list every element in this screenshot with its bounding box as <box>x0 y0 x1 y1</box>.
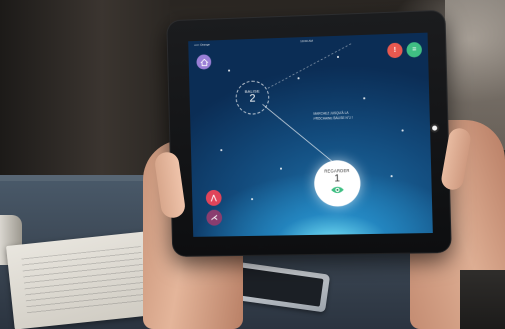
papers-on-table <box>6 230 164 329</box>
eye-icon <box>331 186 344 194</box>
look-number: 1 <box>334 173 341 185</box>
tablet: ••••• Orange 10:00 AM ! ≡ ⋀ ⋌ BALISE 2 M… <box>166 9 452 257</box>
alert-icon: ! <box>393 46 397 55</box>
photo-background: ••••• Orange 10:00 AM ! ≡ ⋀ ⋌ BALISE 2 M… <box>0 0 505 329</box>
path-line-dashed <box>267 43 353 88</box>
home-icon <box>200 58 208 66</box>
share-icon: ⋀ <box>210 194 217 202</box>
camera-icon <box>429 123 440 133</box>
path-lines <box>188 33 433 237</box>
background-wall <box>0 0 170 190</box>
hint-text: MARCHEZ JUSQU'À LA PROCHAINE BALISE N°2 … <box>313 110 353 121</box>
app-screen: ••••• Orange 10:00 AM ! ≡ ⋀ ⋌ BALISE 2 M… <box>188 32 433 237</box>
beacon-number: 2 <box>249 92 256 105</box>
route-icon: ⋌ <box>210 214 218 222</box>
list-icon: ≡ <box>412 46 417 54</box>
right-sleeve <box>460 270 505 329</box>
